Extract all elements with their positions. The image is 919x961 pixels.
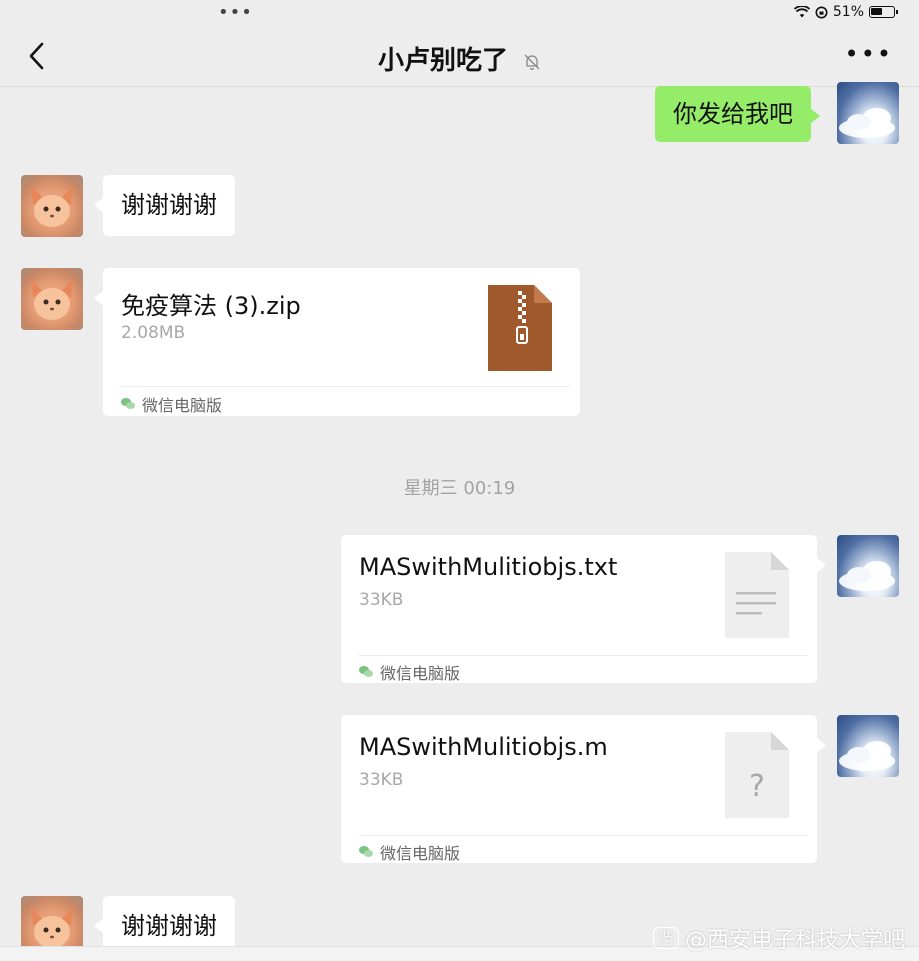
file-source: 微信电脑版 — [359, 660, 460, 684]
cloud-photo-icon — [839, 561, 895, 591]
chat-title-text: 小卢别吃了 — [377, 46, 508, 76]
chat-title: 小卢别吃了 — [0, 40, 919, 77]
avatar[interactable] — [837, 715, 899, 777]
avatar[interactable] — [21, 268, 83, 330]
message-bubble[interactable]: 谢谢谢谢 — [94, 175, 235, 236]
file-size: 33KB — [359, 590, 404, 610]
rotation-lock-icon — [815, 6, 828, 18]
wechat-icon — [359, 846, 374, 858]
file-source-label: 微信电脑版 — [380, 844, 461, 863]
zip-file-icon — [488, 285, 552, 371]
cloud-photo-icon — [839, 108, 895, 138]
message-text: 谢谢谢谢 — [121, 191, 217, 219]
file-source: 微信电脑版 — [359, 840, 460, 864]
file-message-card[interactable]: 免疫算法 (3).zip 2.08MB 微信电脑版 — [94, 268, 580, 416]
svg-text:?: ? — [749, 769, 765, 804]
avatar[interactable] — [21, 175, 83, 237]
file-source-label: 微信电脑版 — [142, 396, 223, 415]
status-indicators: 51% — [793, 4, 898, 20]
file-size: 2.08MB — [121, 323, 186, 343]
wechat-icon — [359, 666, 374, 678]
file-name: 免疫算法 (3).zip — [121, 292, 301, 320]
chat-header: 小卢别吃了 ••• — [0, 28, 919, 87]
file-name: MASwithMulitiobjs.txt — [359, 553, 618, 581]
multitasking-dots-icon[interactable]: ••• — [218, 2, 253, 23]
wifi-icon — [793, 6, 810, 18]
fox-avatar-icon — [31, 185, 73, 227]
avatar[interactable] — [837, 82, 899, 144]
wechat-icon — [121, 398, 136, 410]
watermark-text: @西安电子科技大学吧 — [684, 928, 905, 953]
file-source-label: 微信电脑版 — [380, 664, 461, 683]
watermark: 贴 @西安电子科技大学吧 — [652, 922, 905, 954]
text-file-icon — [725, 552, 789, 638]
cloud-photo-icon — [839, 741, 895, 771]
message-timestamp: 星期三 00:19 — [403, 478, 516, 499]
file-source: 微信电脑版 — [121, 392, 222, 416]
file-message-card[interactable]: MASwithMulitiobjs.m 33KB ? 微信电脑版 — [341, 715, 826, 864]
bell-off-icon — [524, 54, 540, 70]
card-divider — [359, 835, 807, 836]
fox-avatar-icon — [31, 278, 73, 320]
card-divider — [359, 655, 807, 656]
avatar[interactable] — [837, 535, 899, 597]
file-size: 33KB — [359, 770, 404, 790]
card-divider — [121, 386, 570, 387]
tieba-logo-icon: 贴 — [652, 927, 679, 949]
file-message-card[interactable]: MASwithMulitiobjs.txt 33KB 微信电脑版 — [341, 535, 826, 684]
message-text: 你发给我吧 — [673, 100, 793, 128]
status-bar: ••• 51% — [0, 0, 919, 28]
file-name: MASwithMulitiobjs.m — [359, 733, 608, 761]
message-bubble[interactable]: 你发给我吧 — [655, 86, 820, 142]
unknown-file-icon: ? — [725, 732, 789, 818]
battery-icon — [869, 6, 898, 18]
battery-percent: 51% — [832, 4, 864, 20]
more-icon[interactable]: ••• — [845, 40, 893, 68]
